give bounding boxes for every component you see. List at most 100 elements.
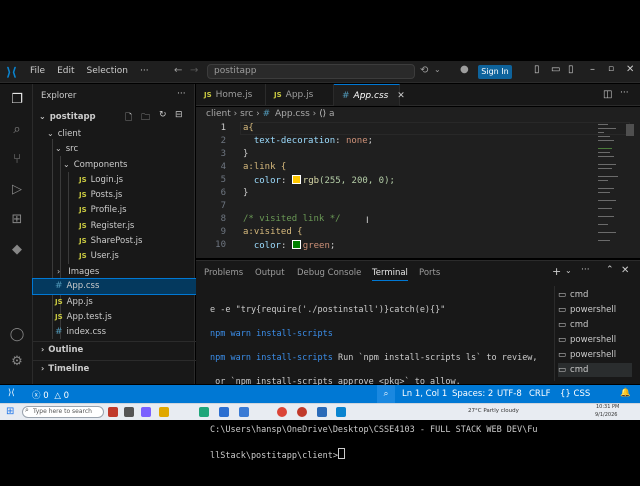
- breadcrumb-symbol[interactable]: a: [329, 109, 335, 119]
- tab-home-js[interactable]: JS Home.js: [196, 84, 266, 106]
- sign-in-button[interactable]: Sign In: [478, 65, 512, 79]
- maximize-panel-icon[interactable]: ⌃: [606, 265, 614, 275]
- tree-folder-src[interactable]: ⌄ src: [33, 141, 217, 156]
- line-endings[interactable]: CRLF: [529, 389, 550, 399]
- toggle-panel-icon[interactable]: ▭: [551, 64, 560, 75]
- restore-icon[interactable]: ▫: [608, 64, 614, 74]
- command-center-search[interactable]: postitapp: [207, 64, 415, 79]
- minimap[interactable]: [596, 122, 624, 258]
- close-window-icon[interactable]: ✕: [626, 64, 634, 75]
- remote-icon[interactable]: ⟩⟨: [8, 388, 15, 398]
- breadcrumb-src[interactable]: src: [240, 109, 253, 119]
- css-file-icon: #: [342, 91, 350, 101]
- new-file-icon[interactable]: 🗋: [125, 110, 132, 126]
- tree-folder-images[interactable]: › Images: [33, 264, 217, 279]
- refresh-icon[interactable]: ↻: [159, 110, 167, 120]
- menu-edit[interactable]: Edit: [57, 66, 74, 76]
- tree-file-app-js[interactable]: JS App.js: [33, 295, 217, 310]
- terminal-item[interactable]: ▭ powershell: [558, 333, 632, 347]
- panel-tab-terminal[interactable]: Terminal: [372, 268, 408, 281]
- explorer-taskbar-icon[interactable]: [159, 407, 169, 417]
- explorer-icon[interactable]: ❐: [9, 92, 25, 108]
- mail-icon[interactable]: [239, 407, 249, 417]
- timeline-section[interactable]: › Timeline: [33, 360, 203, 376]
- taskbar-search[interactable]: Type here to search: [22, 406, 104, 418]
- toggle-secondary-sidebar-icon[interactable]: ▯: [568, 64, 574, 75]
- chrome-icon[interactable]: [277, 407, 287, 417]
- color-swatch-yellow[interactable]: [291, 175, 301, 184]
- panel-more-icon[interactable]: ···: [581, 265, 590, 275]
- tab-app-js[interactable]: JS App.js: [266, 84, 334, 106]
- account-icon[interactable]: ●: [460, 64, 469, 75]
- close-tab-icon[interactable]: ✕: [397, 91, 405, 101]
- outline-section[interactable]: › Outline: [33, 341, 203, 357]
- terminal-item[interactable]: ▭ cmd: [558, 363, 632, 377]
- language-mode[interactable]: {} CSS: [560, 389, 590, 399]
- extensions-icon[interactable]: ⊞: [9, 212, 25, 228]
- python-icon[interactable]: ◆: [9, 242, 25, 258]
- source-control-icon[interactable]: ⑂: [9, 152, 25, 168]
- editor-more-icon[interactable]: ···: [620, 88, 629, 98]
- menu-file[interactable]: File: [30, 66, 45, 76]
- terminal-icon: ▭: [558, 305, 567, 315]
- notifications-icon[interactable]: 🔔: [620, 388, 631, 398]
- weather-widget[interactable]: 27°C Partly cloudy: [468, 408, 519, 414]
- new-folder-icon[interactable]: 🗀: [141, 110, 150, 126]
- terminal-item[interactable]: ▭ cmd: [558, 288, 632, 302]
- collapse-all-icon[interactable]: ⊟: [175, 110, 183, 120]
- app-icon[interactable]: [297, 407, 307, 417]
- problems-status[interactable]: ⓧ 0 △ 0: [32, 389, 69, 401]
- forward-arrow-icon[interactable]: →: [190, 65, 198, 76]
- clock-date[interactable]: 9/1/2026: [595, 412, 617, 418]
- back-arrow-icon[interactable]: ←: [174, 65, 182, 76]
- panel-tab-debug-console[interactable]: Debug Console: [297, 268, 361, 278]
- chevron-down-icon[interactable]: ⌄: [434, 65, 441, 74]
- menu-selection[interactable]: Selection: [87, 66, 128, 76]
- code-editor[interactable]: 1 2 3 4 5 6 7 8 9 10 a{ text-decoration:…: [196, 122, 640, 258]
- toggle-sidebar-icon[interactable]: ▯: [534, 64, 540, 75]
- cursor-position[interactable]: Ln 1, Col 1: [402, 389, 447, 399]
- panel-tab-output[interactable]: Output: [255, 268, 285, 278]
- store-icon[interactable]: [141, 407, 151, 417]
- app-icon[interactable]: [219, 407, 229, 417]
- close-panel-icon[interactable]: ✕: [621, 265, 629, 276]
- terminal-icon: ▭: [558, 290, 567, 300]
- terminal-item[interactable]: ▭ cmd: [558, 318, 632, 332]
- tree-file-app-css[interactable]: # App.css: [32, 278, 218, 295]
- editor-scrollbar[interactable]: [626, 124, 634, 136]
- app-icon[interactable]: [317, 407, 327, 417]
- vscode-taskbar-icon[interactable]: [336, 407, 346, 417]
- menu-more[interactable]: ···: [140, 66, 149, 76]
- widgets-icon[interactable]: [124, 407, 134, 417]
- terminal-item[interactable]: ▭ powershell: [558, 348, 632, 362]
- windows-start-icon[interactable]: ⊞: [6, 406, 14, 417]
- run-debug-icon[interactable]: ▷: [9, 182, 25, 198]
- chevron-down-icon[interactable]: ⌄: [565, 266, 572, 275]
- tree-file-app-test-js[interactable]: JS App.test.js: [33, 310, 217, 325]
- tree-folder-client[interactable]: ⌄ client: [33, 126, 209, 141]
- minimize-icon[interactable]: –: [590, 64, 595, 75]
- indentation[interactable]: Spaces: 2: [452, 389, 493, 399]
- task-view-icon[interactable]: [108, 407, 118, 417]
- tab-app-css[interactable]: # App.css ✕: [334, 84, 405, 106]
- clock-time[interactable]: 10:31 PM: [596, 404, 619, 410]
- breadcrumb-file[interactable]: App.css: [275, 109, 310, 119]
- vscode-logo-icon[interactable]: ⟩⟨: [6, 65, 17, 79]
- encoding[interactable]: UTF-8: [497, 389, 522, 399]
- tree-file-index-css[interactable]: # index.css: [33, 325, 217, 340]
- copilot-icon[interactable]: ⟲: [420, 65, 428, 76]
- new-terminal-icon[interactable]: +: [552, 265, 561, 278]
- edge-icon[interactable]: [199, 407, 209, 417]
- search-icon[interactable]: ⌕: [9, 122, 25, 138]
- panel-tab-ports[interactable]: Ports: [419, 268, 440, 278]
- manage-gear-icon[interactable]: ⚙: [9, 354, 25, 370]
- terminal-icon: ▭: [558, 365, 567, 375]
- accounts-icon[interactable]: ◯: [9, 327, 25, 343]
- explorer-more-icon[interactable]: ···: [177, 89, 186, 99]
- color-swatch-green[interactable]: [291, 240, 301, 249]
- zoom-icon[interactable]: ⌕: [377, 385, 395, 403]
- terminal-item[interactable]: ▭ powershell: [558, 303, 632, 317]
- split-editor-icon[interactable]: ◫: [603, 89, 612, 100]
- breadcrumb-client[interactable]: client: [206, 109, 231, 119]
- panel-tab-problems[interactable]: Problems: [204, 268, 243, 278]
